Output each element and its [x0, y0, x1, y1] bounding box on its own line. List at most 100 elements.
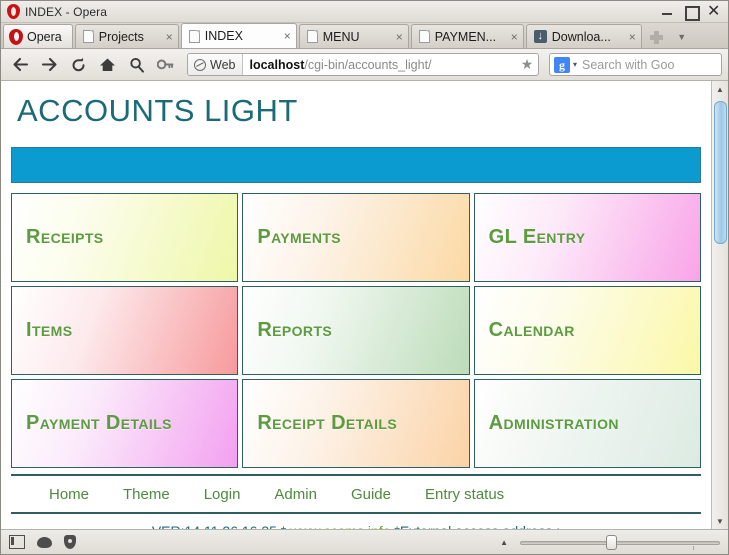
download-icon	[533, 30, 547, 43]
tile-items[interactable]: Items	[11, 286, 239, 375]
tab-payments[interactable]: PAYMEN... ×	[410, 24, 524, 48]
tab-label: INDEX	[204, 29, 243, 43]
title-bar: INDEX - Opera ✕	[1, 1, 728, 23]
accent-band	[11, 147, 701, 183]
chevron-down-icon[interactable]: ▾	[573, 60, 577, 69]
document-icon	[188, 29, 200, 43]
url-host: localhost	[249, 57, 305, 72]
nav-link-login[interactable]: Login	[204, 486, 241, 503]
search-icon[interactable]	[123, 53, 150, 77]
tile-reports[interactable]: Reports	[242, 286, 470, 375]
globe-icon	[194, 58, 206, 71]
password-wand-icon[interactable]	[152, 53, 179, 77]
chevron-down-icon: ▼	[677, 32, 687, 42]
opera-menu-label: Opera	[27, 29, 62, 44]
tile-receipts[interactable]: Receipts	[11, 193, 239, 282]
tab-close-icon[interactable]: ×	[629, 30, 636, 44]
tile-calendar[interactable]: Calendar	[473, 286, 701, 375]
web-protocol-badge[interactable]: Web	[188, 54, 244, 75]
tile-payment-details[interactable]: Payment Details	[11, 379, 239, 468]
home-button[interactable]	[94, 53, 121, 77]
url-path: /cgi-bin/accounts_light/	[304, 57, 432, 72]
nav-link-home[interactable]: Home	[49, 486, 89, 503]
tile-label: Items	[26, 319, 73, 341]
scroll-down-arrow-icon[interactable]: ▼	[712, 513, 729, 529]
scrollbar-thumb[interactable]	[714, 101, 727, 244]
tab-label: Projects	[98, 29, 144, 44]
tile-label: Receipts	[26, 226, 104, 248]
tile-label: Administration	[488, 412, 619, 434]
document-icon	[306, 30, 318, 43]
tab-close-icon[interactable]: ×	[396, 30, 403, 44]
web-badge-label: Web	[210, 57, 236, 72]
tile-receipt-details[interactable]: Receipt Details	[242, 379, 470, 468]
url-input[interactable]: localhost/cgi-bin/accounts_light/	[243, 58, 516, 72]
tab-close-icon[interactable]: ×	[166, 30, 173, 44]
back-button[interactable]	[7, 53, 34, 77]
zoom-slider[interactable]	[520, 535, 720, 550]
plus-icon	[650, 30, 664, 44]
tile-gl-entry[interactable]: GL Eentry	[473, 193, 701, 282]
tab-label: Downloa...	[551, 29, 611, 44]
address-bar[interactable]: Web localhost/cgi-bin/accounts_light/ ★	[187, 53, 539, 76]
page-nav-links: Home Theme Login Admin Guide Entry statu…	[11, 474, 701, 514]
tile-label: Payment Details	[26, 412, 172, 434]
cloud-icon[interactable]	[37, 536, 52, 548]
tab-label: MENU	[322, 29, 360, 44]
zoom-slider-thumb[interactable]	[606, 535, 617, 550]
document-icon	[82, 30, 94, 43]
web-page-content: ACCOUNTS LIGHT Receipts Payments GL Eent…	[1, 81, 711, 529]
nav-link-entry-status[interactable]: Entry status	[425, 486, 504, 503]
window-controls: ✕	[661, 4, 724, 21]
nav-link-admin[interactable]: Admin	[274, 486, 317, 503]
tab-close-icon[interactable]: ×	[284, 29, 291, 43]
tab-downloads[interactable]: Downloa... ×	[525, 24, 642, 48]
tab-label: PAYMEN...	[434, 29, 497, 44]
tile-label: Receipt Details	[257, 412, 398, 434]
tab-close-icon[interactable]: ×	[511, 30, 518, 44]
tile-label: Payments	[257, 226, 342, 248]
tile-label: Calendar	[488, 319, 575, 341]
opera-menu-button[interactable]: Opera	[3, 24, 73, 48]
panels-icon[interactable]	[9, 535, 25, 549]
page-scrollbar-vertical[interactable]: ▲ ▼	[711, 81, 728, 529]
tab-projects[interactable]: Projects ×	[74, 24, 179, 48]
zoom-slider-track	[520, 541, 720, 545]
page-footer: VER:14.11.26.16.35 * www.ccoms.info *Ext…	[11, 523, 701, 529]
browser-window: INDEX - Opera ✕ Opera Projects × INDEX ×…	[0, 0, 729, 555]
zoom-menu-icon[interactable]: ▲	[500, 538, 508, 547]
google-icon: g	[554, 56, 570, 73]
footer-site-link[interactable]: www.ccoms.info	[290, 523, 390, 529]
scroll-up-arrow-icon[interactable]: ▲	[712, 81, 729, 97]
minimize-button[interactable]	[661, 5, 674, 18]
opera-logo-icon	[9, 28, 23, 45]
reload-button[interactable]	[65, 53, 92, 77]
tile-payments[interactable]: Payments	[242, 193, 470, 282]
search-bar[interactable]: g ▾ Search with Goo	[549, 53, 722, 76]
menu-tile-grid: Receipts Payments GL Eentry Items Report…	[11, 193, 701, 468]
status-bar: ▲	[1, 530, 728, 554]
maximize-button[interactable]	[684, 5, 700, 21]
tab-list-menu-button[interactable]: ▼	[672, 26, 692, 48]
tile-administration[interactable]: Administration	[473, 379, 701, 468]
forward-button[interactable]	[36, 53, 63, 77]
window-title: INDEX - Opera	[25, 4, 107, 19]
document-icon	[418, 30, 430, 43]
close-window-button[interactable]: ✕	[707, 4, 720, 20]
new-tab-button[interactable]	[646, 26, 668, 48]
bookmark-star-icon[interactable]: ★	[516, 54, 538, 75]
tab-index[interactable]: INDEX ×	[180, 23, 297, 48]
tile-label: Reports	[257, 319, 333, 341]
opera-logo-icon	[7, 4, 20, 19]
tab-menu[interactable]: MENU ×	[298, 24, 409, 48]
search-input[interactable]: Search with Goo	[582, 58, 674, 72]
footer-version: VER:14.11.26.16.35 *	[152, 523, 290, 529]
shield-icon[interactable]	[64, 535, 76, 549]
nav-link-theme[interactable]: Theme	[123, 486, 170, 503]
page-viewport: ACCOUNTS LIGHT Receipts Payments GL Eent…	[1, 81, 728, 530]
footer-suffix: *External access address :	[391, 523, 560, 529]
page-title: ACCOUNTS LIGHT	[17, 93, 298, 128]
scrollbar-track[interactable]	[712, 97, 728, 513]
tile-label: GL Eentry	[488, 226, 586, 248]
nav-link-guide[interactable]: Guide	[351, 486, 391, 503]
